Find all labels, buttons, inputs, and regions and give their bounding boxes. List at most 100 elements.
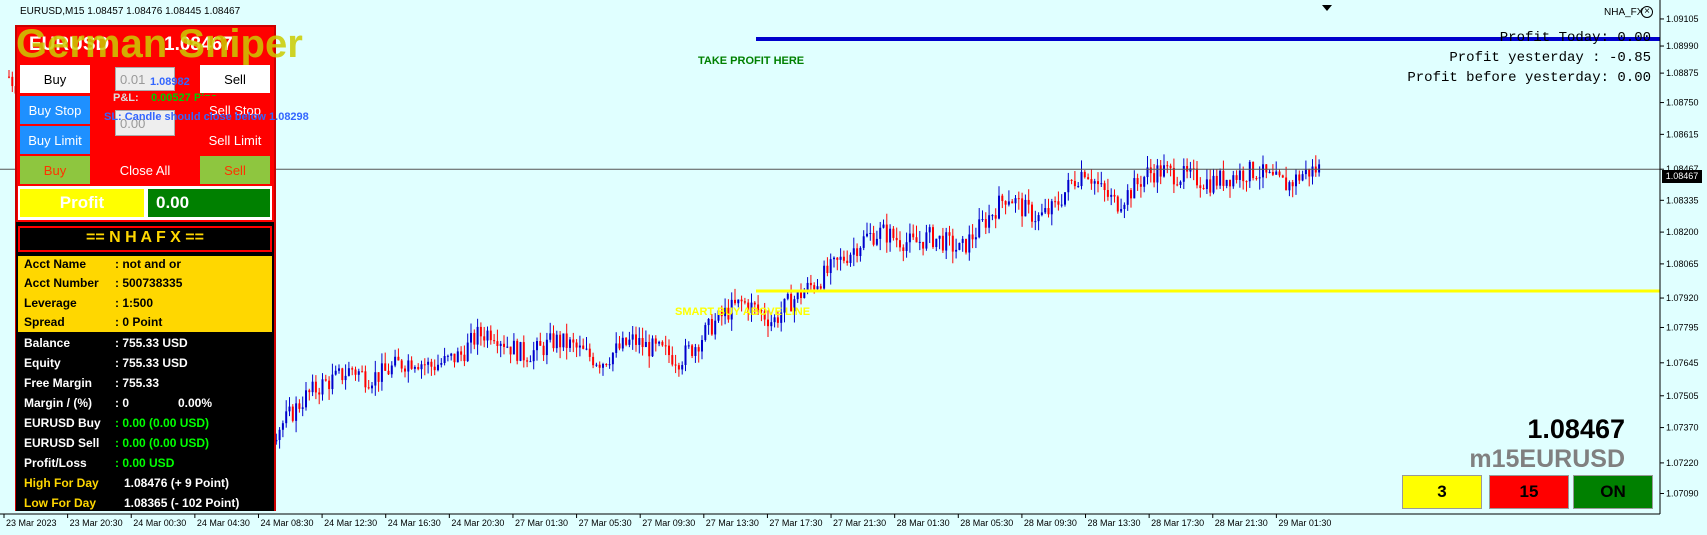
- time-tick-label: 27 Mar 21:30: [833, 518, 886, 528]
- time-tick-label: 24 Mar 20:30: [451, 518, 504, 528]
- candle-body: [347, 368, 350, 376]
- candle-body: [1113, 194, 1116, 197]
- candle-body: [1070, 179, 1073, 181]
- margin-pct: 0.00%: [178, 396, 213, 410]
- candle-body: [367, 387, 370, 389]
- candle-body: [397, 356, 400, 361]
- candle-body: [582, 345, 585, 349]
- candle-body: [998, 195, 1000, 219]
- close-all-button[interactable]: Close All: [94, 156, 196, 184]
- spread-label: Spread: [24, 315, 65, 329]
- candle-body: [295, 403, 298, 421]
- account-title: == N H A F X ==: [86, 229, 204, 246]
- candle-body: [842, 256, 845, 261]
- price-tick-label: 1.07220: [1666, 458, 1699, 468]
- candle-body: [816, 286, 819, 290]
- candle-body: [549, 333, 552, 340]
- price-tick-label: 1.09105: [1666, 14, 1699, 24]
- candle-body: [1024, 199, 1027, 217]
- candle-body: [882, 224, 885, 228]
- candle-body: [935, 238, 938, 248]
- candle-body: [572, 339, 575, 343]
- candle-body: [951, 235, 954, 252]
- candle-body: [1004, 201, 1007, 205]
- time-tick-label: 27 Mar 01:30: [515, 518, 568, 528]
- candle-body: [493, 340, 496, 342]
- candle-body: [1271, 171, 1274, 175]
- candle-body: [1262, 164, 1264, 178]
- sell-limit-button[interactable]: Sell Limit: [200, 126, 270, 154]
- low-for-day-label: Low For Day: [24, 496, 97, 510]
- profit-label: Profit: [20, 189, 144, 217]
- candle-body: [608, 364, 611, 366]
- smart-buy-label: SMART BUY ABOVE LINE: [675, 306, 811, 318]
- candle-body: [1318, 164, 1321, 173]
- candle-body: [1031, 204, 1033, 222]
- candle-body: [311, 381, 314, 393]
- spread-value: : 0 Point: [115, 315, 163, 329]
- candle-body: [925, 232, 928, 249]
- candle-body: [1093, 181, 1096, 184]
- high-for-day-label: High For Day: [24, 476, 99, 490]
- buy-limit-button[interactable]: Buy Limit: [20, 126, 90, 154]
- time-tick-label: 24 Mar 08:30: [260, 518, 313, 528]
- candle-body: [489, 330, 492, 341]
- candle-body: [321, 379, 324, 395]
- candle-body: [1248, 161, 1251, 182]
- time-tick-label: 28 Mar 17:30: [1151, 518, 1204, 528]
- candle-body: [1001, 195, 1004, 202]
- sell-button[interactable]: Sell: [200, 65, 270, 93]
- candle-body: [1007, 201, 1010, 205]
- candle-body: [1067, 179, 1070, 193]
- candle-body: [1255, 178, 1258, 180]
- candle-body: [334, 370, 337, 375]
- candle-body: [1172, 167, 1175, 185]
- indicator-close-icon[interactable]: ×: [1641, 6, 1653, 18]
- candle-body: [509, 346, 512, 355]
- candle-body: [846, 260, 849, 264]
- candle-body: [374, 372, 377, 386]
- candle-body: [1040, 212, 1043, 216]
- candle-body: [1156, 165, 1159, 183]
- candle-body: [423, 364, 426, 366]
- candle-body: [1139, 184, 1142, 187]
- candle-body: [1100, 183, 1103, 185]
- buy-stop-button[interactable]: Buy Stop: [20, 96, 90, 124]
- candle-body: [1126, 190, 1129, 205]
- candle-body: [658, 341, 661, 344]
- candle-body: [1229, 179, 1231, 187]
- quick-buy-button[interactable]: Buy: [20, 156, 90, 184]
- price-tick-label: 1.07505: [1666, 391, 1699, 401]
- candle-body: [1077, 186, 1080, 188]
- profit-yesterday: Profit yesterday : -0.85: [1449, 50, 1651, 66]
- candle-body: [899, 240, 901, 248]
- candle-body: [1219, 170, 1222, 186]
- candle-body: [387, 370, 390, 375]
- candle-body: [1235, 175, 1238, 180]
- candle-body: [519, 342, 522, 361]
- candle-body: [668, 345, 670, 356]
- pnl-label: P&L:: [113, 92, 139, 104]
- candle-body: [1133, 178, 1136, 199]
- candle-body: [885, 224, 888, 243]
- candle-body: [895, 237, 898, 241]
- candle-body: [1064, 192, 1066, 205]
- candle-body: [922, 241, 925, 249]
- candle-body: [618, 343, 621, 349]
- quick-sell-button[interactable]: Sell: [200, 156, 270, 184]
- free-margin-value: : 755.33: [115, 376, 160, 390]
- candle-body: [908, 233, 911, 243]
- buy-button[interactable]: Buy: [20, 65, 90, 93]
- candle-body: [463, 354, 466, 362]
- candle-body: [948, 232, 951, 236]
- candle-body: [288, 406, 291, 412]
- candle-body: [859, 247, 862, 257]
- price-tick-label: 1.08750: [1666, 98, 1699, 108]
- candle-body: [8, 76, 10, 78]
- candle-body: [314, 381, 317, 393]
- status-box-on[interactable]: ON: [1573, 475, 1653, 509]
- price-tick-label: 1.08875: [1666, 68, 1699, 78]
- candle-body: [1268, 171, 1271, 173]
- candle-body: [710, 318, 713, 335]
- candle-body: [1017, 198, 1020, 200]
